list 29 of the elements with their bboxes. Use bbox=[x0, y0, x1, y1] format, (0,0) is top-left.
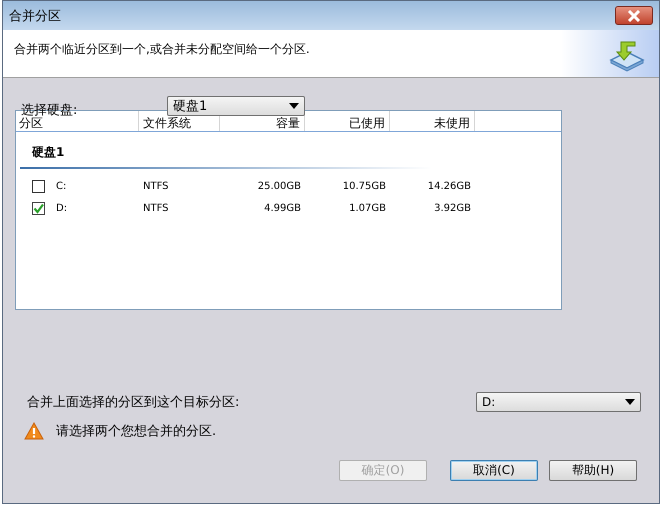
column-header[interactable]: 未使用 bbox=[390, 111, 475, 131]
table-cell-text: 25.00GB bbox=[256, 180, 302, 192]
table-cell-text: NTFS bbox=[142, 180, 170, 192]
table-cell-text: 3.92GB bbox=[433, 202, 472, 214]
table-cell: C: bbox=[56, 180, 66, 192]
dialog-button[interactable]: 帮助(H) bbox=[549, 460, 637, 481]
table-cell-text: 10.75GB bbox=[342, 180, 387, 192]
checkbox[interactable] bbox=[32, 180, 45, 192]
column-header[interactable]: 已使用 bbox=[305, 111, 390, 131]
description-text: 合并两个临近分区到一个,或合并未分配空间给一个分区. bbox=[14, 41, 310, 58]
table-cell-text: 4.99GB bbox=[263, 202, 302, 214]
target-label: 合并上面选择的分区到这个目标分区: bbox=[27, 394, 240, 411]
column-header[interactable]: 容量 bbox=[220, 111, 305, 131]
close-button[interactable] bbox=[615, 6, 653, 25]
table-cell-text: 14.26GB bbox=[426, 180, 472, 192]
table-cell-text: 1.07GB bbox=[348, 202, 387, 214]
window-title: 合并分区 bbox=[9, 8, 61, 24]
group-header: 硬盘1 bbox=[20, 142, 432, 169]
warning-text: 请选择两个您想合并的分区. bbox=[56, 423, 216, 440]
caret-icon bbox=[625, 399, 635, 405]
dialog-button[interactable]: 取消(C) bbox=[450, 460, 538, 481]
target-dropdown[interactable]: D: bbox=[476, 392, 641, 412]
checkbox[interactable] bbox=[32, 202, 45, 214]
table-cell-text: NTFS bbox=[142, 202, 170, 214]
close-icon bbox=[627, 10, 641, 22]
disk-dropdown[interactable]: 硬盘1 bbox=[167, 96, 305, 116]
table-cell: D: bbox=[56, 202, 68, 214]
warning-icon bbox=[24, 422, 44, 440]
column-header[interactable]: 文件系统 bbox=[139, 111, 220, 131]
